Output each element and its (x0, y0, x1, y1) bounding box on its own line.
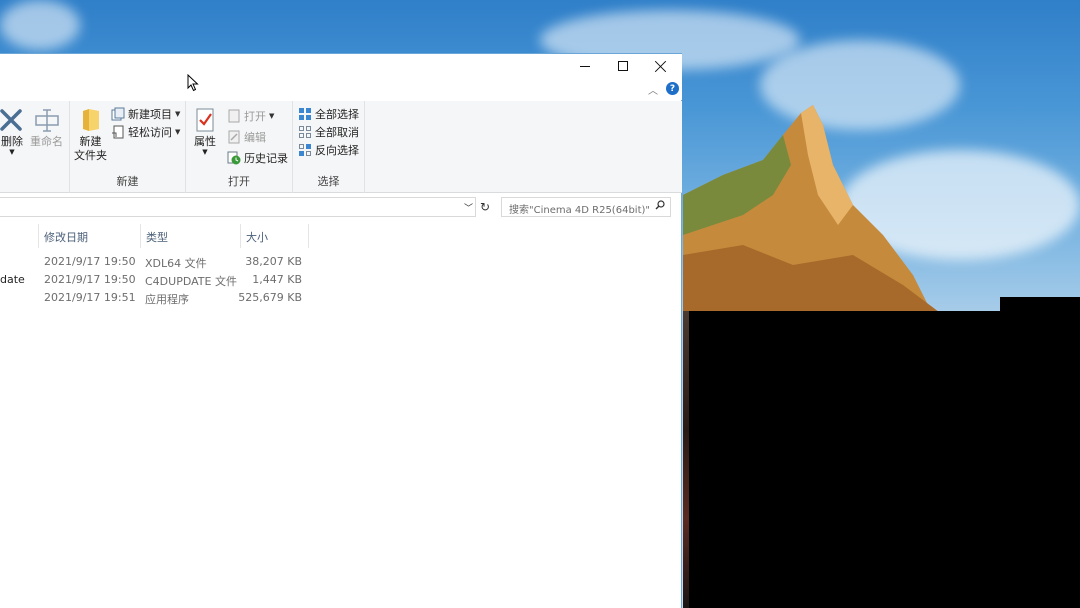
search-input[interactable]: 搜索"Cinema 4D R25(64bit)" (501, 197, 671, 217)
folder-icon (82, 109, 99, 131)
ribbon-group-organize: 删除 ▼ 重命名 (0, 101, 70, 193)
occluded-region (689, 311, 1080, 608)
open-label: 打开 (244, 110, 266, 123)
address-row: ﹀ ↻ 搜索"Cinema 4D R25(64bit)" (0, 197, 682, 221)
file-row[interactable]: date 2021/9/17 19:50 C4DUPDATE 文件 1,447 … (0, 271, 320, 289)
edit-icon (228, 130, 240, 144)
column-header-date-label: 修改日期 (44, 231, 88, 244)
mouse-cursor-icon (187, 74, 199, 92)
easy-access-label: 轻松访问 (128, 126, 172, 139)
maximize-button[interactable] (604, 54, 642, 78)
edit-button[interactable]: 编辑 (227, 128, 266, 146)
easy-access-icon (112, 125, 124, 139)
column-header-size-label: 大小 (246, 231, 268, 244)
group-label-select: 选择 (317, 175, 340, 188)
chevron-down-icon: ▼ (269, 112, 275, 120)
address-bar[interactable]: ﹀ (0, 197, 476, 217)
select-none-button[interactable]: 全部取消 (298, 123, 359, 141)
delete-x-icon (0, 109, 22, 131)
column-header-type[interactable]: 类型 (141, 224, 241, 248)
edit-label: 编辑 (244, 131, 266, 144)
file-type: C4DUPDATE 文件 (145, 275, 237, 288)
column-header-type-label: 类型 (146, 231, 168, 244)
invert-selection-label: 反向选择 (315, 144, 359, 157)
new-item-label: 新建项目 (128, 108, 172, 121)
ribbon-group-new: 新建 文件夹 新建项目 ▼ 轻松访问 ▼ 新建 (70, 101, 186, 193)
file-explorer-window: ︿ ? 删除 ▼ 重命名 新建 文件夹 新建项目 ▼ 轻松访问 ▼ 新建 属性 … (0, 53, 682, 608)
cloud (0, 0, 80, 50)
open-icon (228, 109, 240, 123)
chevron-down-icon[interactable]: ﹀ (464, 201, 473, 214)
select-all-icon (299, 108, 311, 120)
refresh-button[interactable]: ↻ (477, 197, 493, 217)
ribbon-group-select: 全部选择 全部取消 反向选择 选择 (293, 101, 365, 193)
file-name: date (0, 273, 25, 286)
invert-selection-icon (299, 144, 311, 156)
new-folder-button[interactable]: 新建 文件夹 (74, 107, 107, 163)
column-header-name[interactable] (0, 224, 39, 248)
new-item-icon (111, 107, 125, 121)
rock-mountain (683, 105, 943, 315)
file-date: 2021/9/17 19:51 (44, 291, 136, 304)
select-all-label: 全部选择 (315, 108, 359, 121)
file-date: 2021/9/17 19:50 (44, 273, 136, 286)
file-date: 2021/9/17 19:50 (44, 255, 136, 268)
easy-access-button[interactable]: 轻松访问 ▼ (111, 123, 180, 141)
file-list: 修改日期 类型 大小 2021/9/17 19:50 XDL64 文件 38,2… (0, 224, 682, 608)
column-header-date[interactable]: 修改日期 (39, 224, 141, 248)
file-size: 525,679 KB (238, 291, 302, 304)
new-folder-label-line2: 文件夹 (74, 149, 107, 162)
invert-selection-button[interactable]: 反向选择 (298, 141, 359, 159)
file-type: XDL64 文件 (145, 257, 207, 270)
maximize-icon (618, 61, 628, 71)
minimize-button[interactable] (566, 54, 604, 78)
rename-label: 重命名 (30, 135, 63, 148)
occluded-region (1000, 297, 1080, 312)
column-header-size[interactable]: 大小 (241, 224, 309, 248)
history-button[interactable]: 历史记录 (227, 149, 288, 167)
chevron-up-icon: ︿ (648, 85, 658, 97)
delete-label: 删除 (1, 135, 23, 148)
file-row[interactable]: 2021/9/17 19:50 XDL64 文件 38,207 KB (0, 253, 320, 271)
collapse-ribbon-button[interactable]: ︿ (648, 82, 658, 97)
history-label: 历史记录 (244, 152, 288, 165)
group-label-open: 打开 (228, 175, 250, 188)
chevron-down-icon: ▼ (202, 148, 208, 156)
file-size: 38,207 KB (245, 255, 302, 268)
title-bar[interactable]: ︿ ? (0, 54, 682, 100)
group-label-new: 新建 (116, 175, 139, 188)
select-none-icon (299, 126, 311, 138)
delete-button[interactable]: 删除 ▼ (0, 107, 24, 156)
help-icon[interactable]: ? (666, 82, 679, 95)
refresh-icon: ↻ (479, 200, 491, 214)
properties-icon (196, 108, 214, 132)
rename-button[interactable]: 重命名 (30, 107, 63, 149)
history-icon (227, 151, 241, 165)
file-type: 应用程序 (145, 293, 189, 306)
close-icon (655, 60, 667, 72)
search-icon[interactable] (655, 200, 665, 210)
search-placeholder: 搜索"Cinema 4D R25(64bit)" (509, 205, 650, 216)
rename-icon (34, 109, 59, 132)
select-none-label: 全部取消 (315, 126, 359, 139)
new-folder-label-line1: 新建 (79, 135, 102, 148)
file-size: 1,447 KB (252, 273, 302, 286)
new-item-button[interactable]: 新建项目 ▼ (111, 105, 180, 123)
close-button[interactable] (642, 54, 680, 78)
properties-button[interactable]: 属性 ▼ (194, 107, 216, 156)
file-row[interactable]: 2021/9/17 19:51 应用程序 525,679 KB (0, 289, 320, 307)
select-all-button[interactable]: 全部选择 (298, 105, 359, 123)
ribbon: 删除 ▼ 重命名 新建 文件夹 新建项目 ▼ 轻松访问 ▼ 新建 属性 ▼ 打开… (0, 101, 682, 193)
ribbon-group-open: 属性 ▼ 打开 ▼ 编辑 历史记录 打开 (186, 101, 293, 193)
open-button[interactable]: 打开 ▼ (227, 107, 274, 125)
minimize-icon (580, 65, 590, 67)
chevron-down-icon: ▼ (175, 110, 181, 118)
chevron-down-icon: ▼ (175, 128, 181, 136)
chevron-down-icon: ▼ (9, 148, 15, 156)
properties-label: 属性 (194, 135, 216, 148)
